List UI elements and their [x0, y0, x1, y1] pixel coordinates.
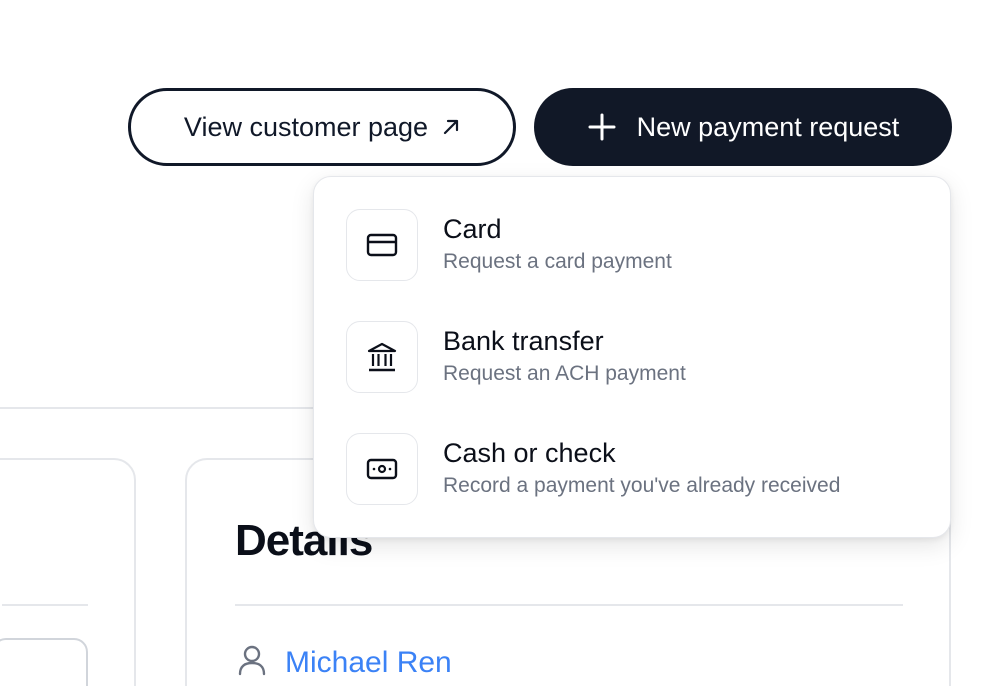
credit-card-icon	[346, 209, 418, 281]
menu-item-cash-or-check[interactable]: Cash or check Record a payment you've al…	[346, 433, 926, 507]
contact-name-link[interactable]: Michael Ren	[285, 646, 452, 680]
plus-icon	[587, 112, 617, 142]
person-icon	[237, 644, 267, 681]
external-link-arrow-icon	[442, 112, 460, 143]
view-customer-page-label: View customer page	[183, 111, 429, 142]
menu-item-bank-transfer[interactable]: Bank transfer Request an ACH payment	[346, 321, 926, 395]
cash-icon	[346, 433, 418, 505]
left-card-divider	[2, 604, 88, 606]
menu-item-bank-transfer-label: Bank transfer	[443, 326, 604, 356]
menu-item-cash-or-check-label: Cash or check	[443, 438, 616, 468]
menu-item-card[interactable]: Card Request a card payment	[346, 209, 926, 283]
menu-item-bank-transfer-description: Request an ACH payment	[443, 362, 686, 385]
menu-item-card-description: Request a card payment	[443, 250, 672, 273]
section-divider	[0, 407, 320, 409]
menu-item-card-label: Card	[443, 214, 502, 244]
new-payment-request-button[interactable]: New payment request	[534, 88, 952, 166]
payment-request-dropdown: Card Request a card payment Bank transfe…	[313, 176, 951, 538]
left-card	[0, 458, 136, 686]
new-payment-request-label: New payment request	[636, 111, 900, 142]
details-divider	[235, 604, 903, 606]
view-customer-page-button[interactable]: View customer page	[128, 88, 516, 166]
bank-icon	[346, 321, 418, 393]
menu-item-cash-or-check-description: Record a payment you've already received	[443, 474, 841, 497]
contact-row: Michael Ren	[237, 644, 452, 681]
left-card-button[interactable]	[0, 638, 88, 686]
